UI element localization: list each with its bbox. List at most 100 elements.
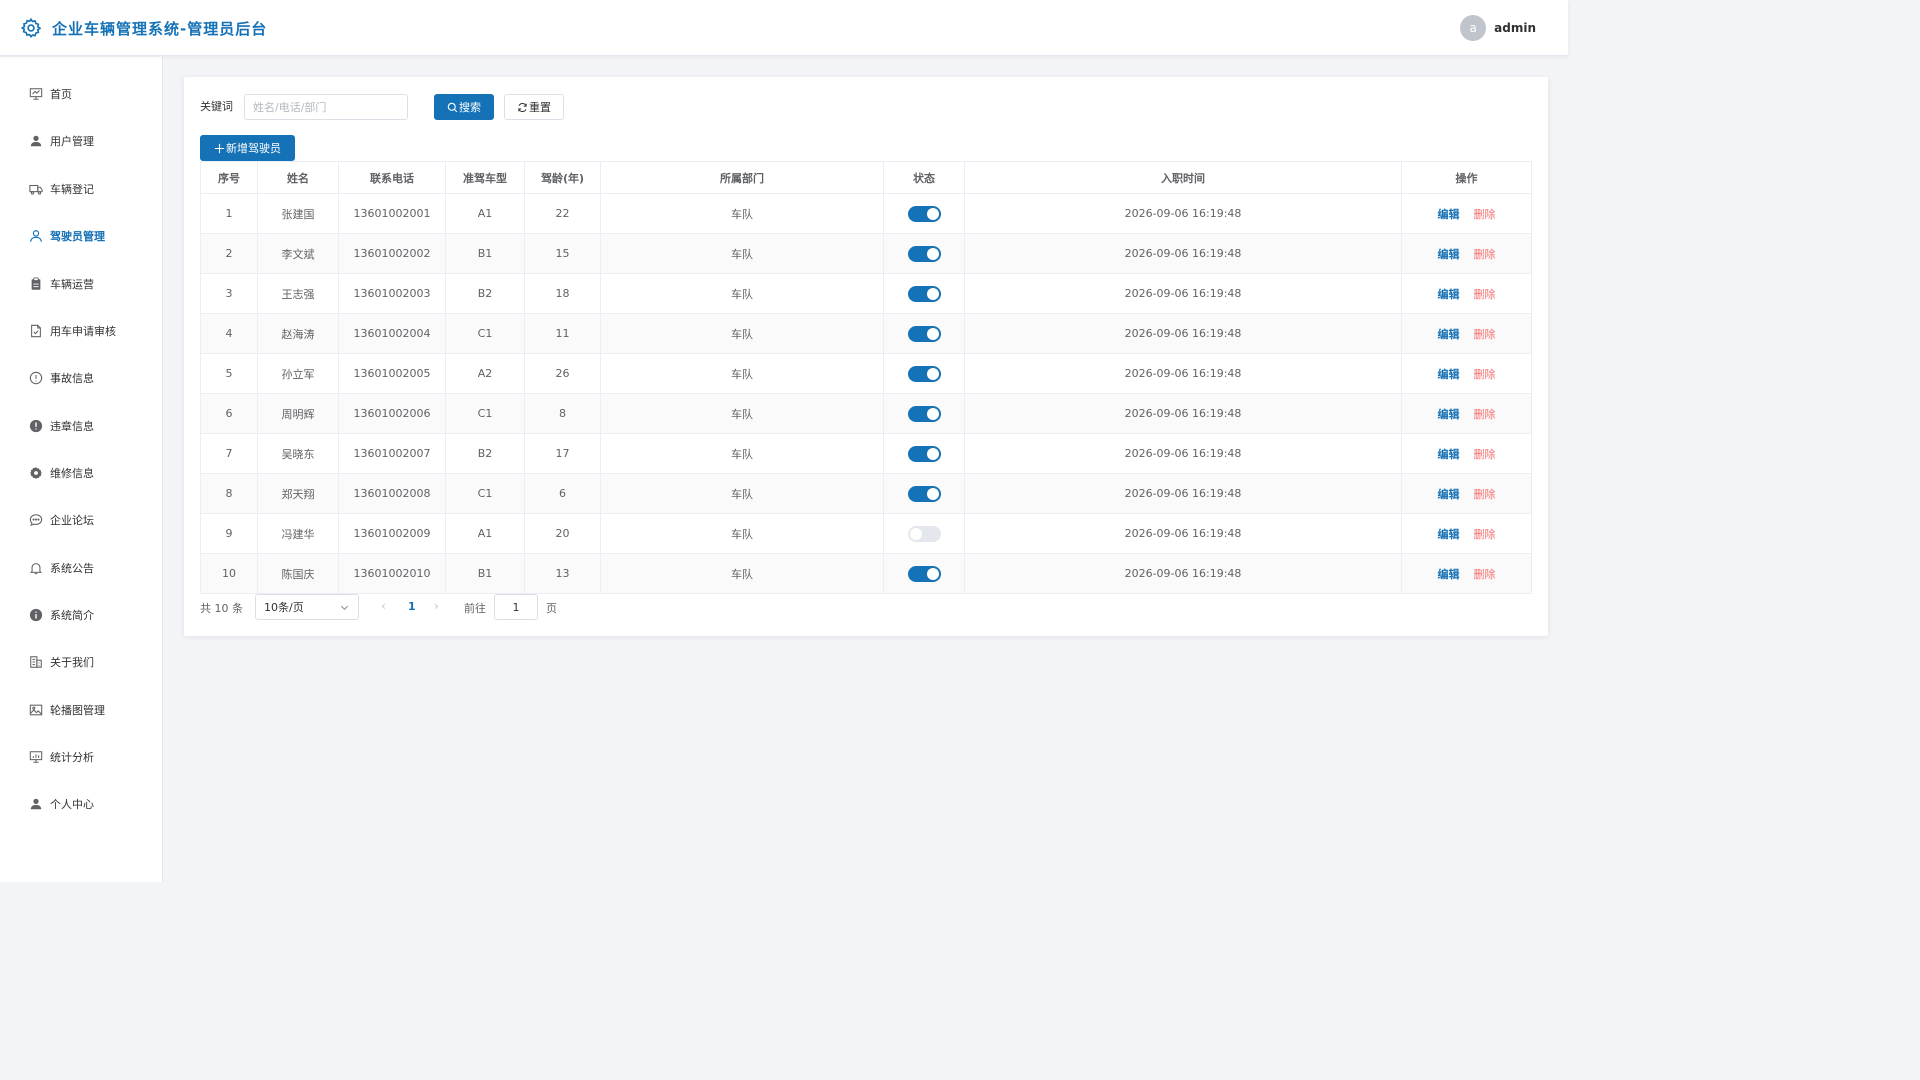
sidebar-item-drivers[interactable]: 驾驶员管理	[0, 216, 162, 256]
driving-years: 13	[524, 553, 601, 594]
edit-button[interactable]: 编辑	[1438, 248, 1460, 261]
page-size-select[interactable]: 10条/页	[255, 594, 359, 620]
delete-button[interactable]: 删除	[1474, 568, 1496, 581]
sidebar-item-label: 驾驶员管理	[50, 230, 105, 243]
driver-name: 吴晓东	[257, 433, 339, 474]
driver-phone: 13601002010	[338, 553, 446, 594]
prev-page-icon[interactable]: ‹	[381, 599, 386, 613]
edit-button[interactable]: 编辑	[1438, 568, 1460, 581]
delete-button[interactable]: 删除	[1474, 288, 1496, 301]
presentation-icon	[29, 87, 43, 101]
info-icon	[29, 608, 43, 622]
edit-button[interactable]: 编辑	[1438, 488, 1460, 501]
sidebar-item-label: 个人中心	[50, 798, 94, 811]
sidebar-item-maintenance[interactable]: 维修信息	[0, 453, 162, 493]
department: 车队	[600, 193, 884, 234]
user-menu[interactable]: a admin	[1460, 15, 1536, 41]
status-toggle[interactable]	[907, 205, 941, 222]
edit-button[interactable]: 编辑	[1438, 288, 1460, 301]
page-number-current[interactable]: 1	[408, 600, 416, 613]
delete-button[interactable]: 删除	[1474, 488, 1496, 501]
column-header: 准驾车型	[445, 161, 525, 194]
delete-button[interactable]: 删除	[1474, 248, 1496, 261]
delete-button[interactable]: 删除	[1474, 208, 1496, 221]
sidebar-item-vehicle-register[interactable]: 车辆登记	[0, 169, 162, 209]
edit-button[interactable]: 编辑	[1438, 448, 1460, 461]
sidebar-item-profile[interactable]: 个人中心	[0, 784, 162, 824]
join-time: 2026-09-06 16:19:48	[964, 273, 1402, 314]
join-time: 2026-09-06 16:19:48	[964, 473, 1402, 514]
edit-button[interactable]: 编辑	[1438, 208, 1460, 221]
delete-button[interactable]: 删除	[1474, 408, 1496, 421]
sidebar-item-about-us[interactable]: 关于我们	[0, 642, 162, 682]
toggle-knob	[926, 207, 939, 220]
username[interactable]: admin	[1494, 21, 1536, 35]
status-toggle[interactable]	[907, 565, 941, 582]
edit-button[interactable]: 编辑	[1438, 408, 1460, 421]
sidebar-item-carousel[interactable]: 轮播图管理	[0, 690, 162, 730]
keyword-input[interactable]	[244, 94, 408, 120]
row-number: 7	[200, 433, 258, 474]
edit-button[interactable]: 编辑	[1438, 328, 1460, 341]
add-driver-button[interactable]: 新增驾驶员	[200, 135, 295, 161]
driver-management-card: 关键词 搜索 重置 新增驾驶员 序号 姓名 联系电话 准驾车型 驾龄(年)	[184, 77, 1548, 636]
delete-button[interactable]: 删除	[1474, 328, 1496, 341]
actions-cell: 编辑 删除	[1401, 313, 1532, 354]
next-page-icon[interactable]: ›	[434, 599, 439, 613]
driver-name: 王志强	[257, 273, 339, 314]
sidebar-item-users[interactable]: 用户管理	[0, 121, 162, 161]
status-toggle[interactable]	[907, 405, 941, 422]
edit-button[interactable]: 编辑	[1438, 528, 1460, 541]
status-toggle[interactable]	[907, 485, 941, 502]
sidebar-item-violations[interactable]: 违章信息	[0, 406, 162, 446]
toggle-knob	[926, 567, 939, 580]
sidebar-item-label: 系统公告	[50, 562, 94, 575]
search-button[interactable]: 搜索	[434, 94, 494, 120]
department: 车队	[600, 393, 884, 434]
sidebar-item-statistics[interactable]: 统计分析	[0, 737, 162, 777]
sidebar-item-accidents[interactable]: 事故信息	[0, 358, 162, 398]
reset-button[interactable]: 重置	[504, 94, 564, 120]
table-row: 2 李文斌 13601002002 B1 15 车队 2026-09-06 16:19:48…	[200, 233, 1532, 274]
sidebar-item-forum[interactable]: 企业论坛	[0, 500, 162, 540]
table-body: 1 张建国 13601002001 A1 22 车队 2026-09-06 16:19:48…	[200, 193, 1532, 594]
goto-page-input[interactable]	[494, 594, 538, 620]
user-icon	[29, 134, 43, 148]
edit-button[interactable]: 编辑	[1438, 368, 1460, 381]
avatar[interactable]: a	[1460, 15, 1487, 41]
column-header: 入职时间	[964, 161, 1402, 194]
department: 车队	[600, 273, 884, 314]
department: 车队	[600, 513, 884, 554]
row-number: 5	[200, 353, 258, 394]
actions-cell: 编辑 删除	[1401, 553, 1532, 594]
status-toggle[interactable]	[907, 245, 941, 262]
status-toggle[interactable]	[907, 445, 941, 462]
sidebar-item-vehicle-operation[interactable]: 车辆运营	[0, 264, 162, 304]
row-number: 8	[200, 473, 258, 514]
delete-button[interactable]: 删除	[1474, 448, 1496, 461]
department: 车队	[600, 473, 884, 514]
table-row: 7 吴晓东 13601002007 B2 17 车队 2026-09-06 16:19:48…	[200, 433, 1532, 474]
status-toggle[interactable]	[907, 285, 941, 302]
actions-cell: 编辑 删除	[1401, 193, 1532, 234]
column-header: 操作	[1401, 161, 1532, 194]
license-type: C1	[445, 313, 525, 354]
sidebar-item-announcements[interactable]: 系统公告	[0, 548, 162, 588]
sidebar-item-usage-approval[interactable]: 用车申请审核	[0, 311, 162, 351]
license-type: A1	[445, 193, 525, 234]
status-toggle[interactable]	[907, 325, 941, 342]
status-cell	[883, 233, 965, 274]
driver-phone: 13601002007	[338, 433, 446, 474]
department: 车队	[600, 553, 884, 594]
column-header: 序号	[200, 161, 258, 194]
status-toggle[interactable]	[907, 365, 941, 382]
driver-name: 赵海涛	[257, 313, 339, 354]
sidebar-item-system-intro[interactable]: 系统简介	[0, 595, 162, 635]
sidebar-item-label: 轮播图管理	[50, 704, 105, 717]
delete-button[interactable]: 删除	[1474, 528, 1496, 541]
sidebar-item-home[interactable]: 首页	[0, 74, 162, 114]
user-icon	[29, 797, 43, 811]
delete-button[interactable]: 删除	[1474, 368, 1496, 381]
join-time: 2026-09-06 16:19:48	[964, 233, 1402, 274]
status-toggle[interactable]	[907, 525, 941, 542]
